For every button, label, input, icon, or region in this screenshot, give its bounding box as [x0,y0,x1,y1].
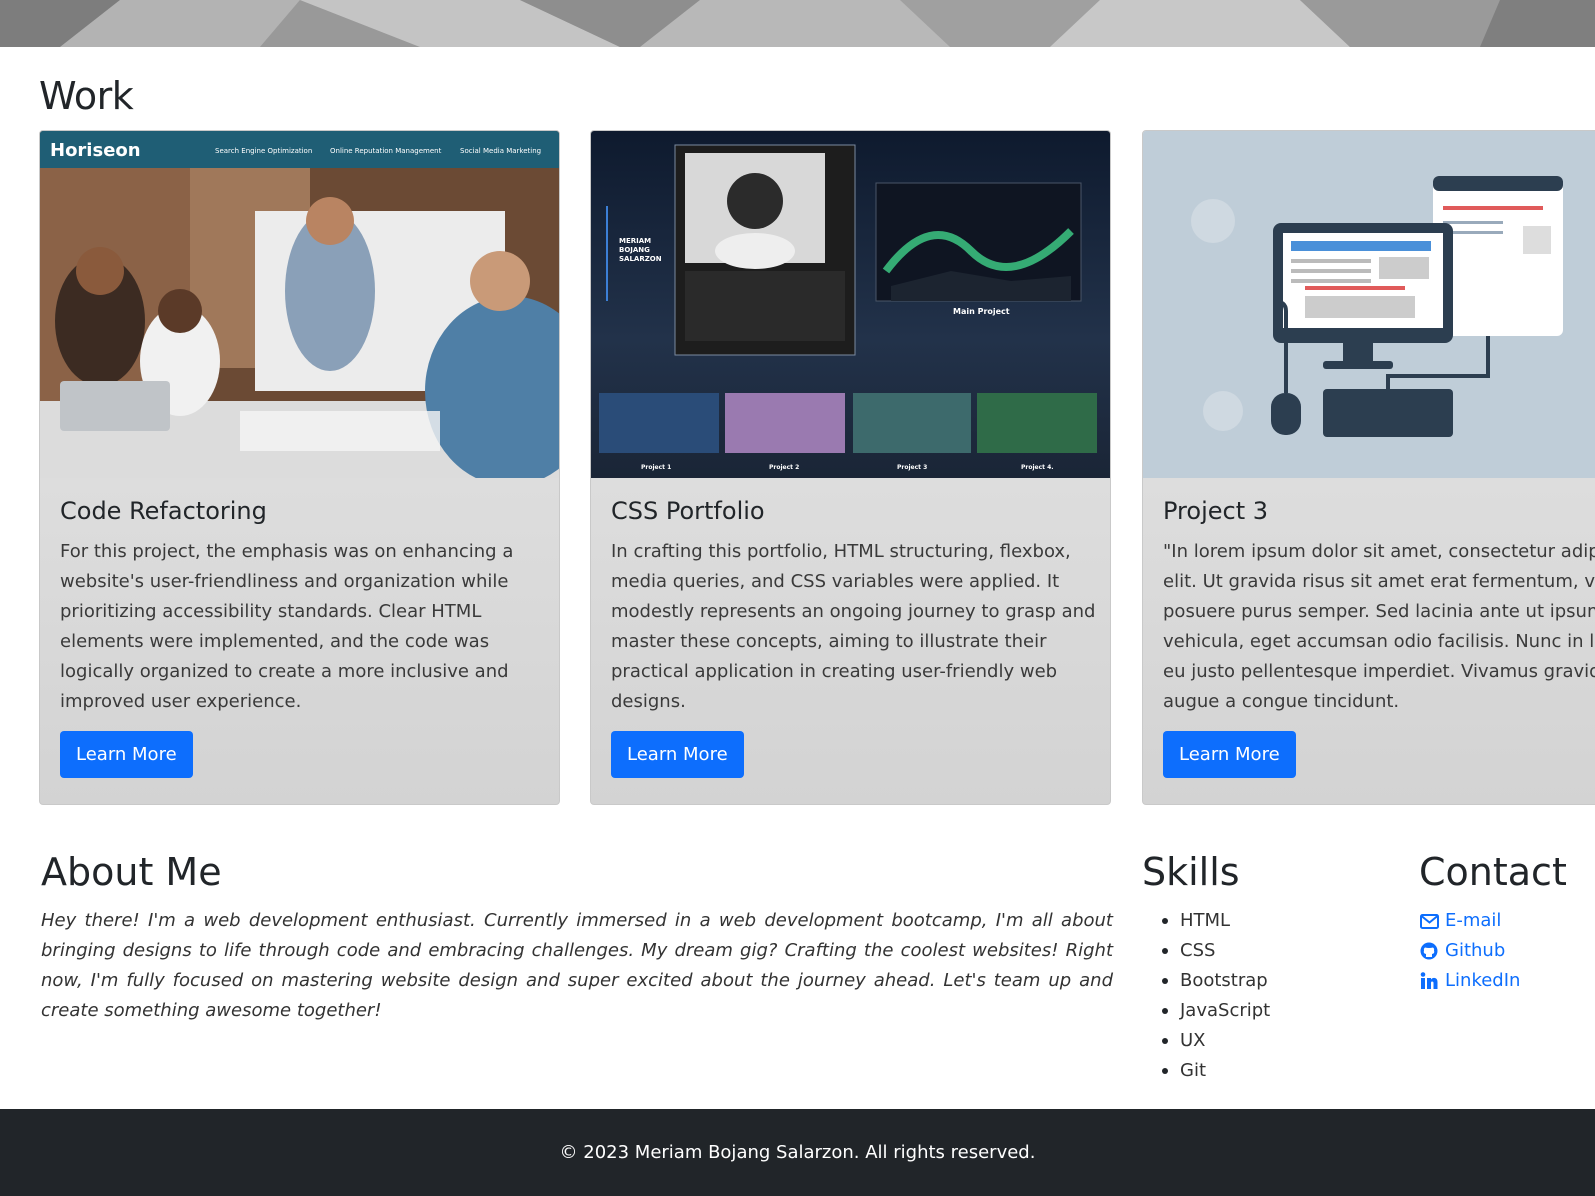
contact-section: Contact E-mail Github LinkedIn [1419,850,1595,996]
svg-text:MERIAM: MERIAM [619,237,651,245]
skills-list: HTML CSS Bootstrap JavaScript UX Git [1142,906,1402,1086]
project-card-css-portfolio: MERIAM BOJANG SALARZON Main Project Proj… [590,130,1111,805]
hero-banner-strip [0,0,1595,47]
project-card-project-3: Project 3 "In lorem ipsum dolor sit amet… [1142,130,1595,805]
skills-section: Skills HTML CSS Bootstrap JavaScript UX … [1142,850,1402,1086]
github-label: Github [1445,940,1506,961]
email-link[interactable]: E-mail [1419,906,1595,936]
code-refactoring-image: Horiseon Search Engine Optimization Onli… [40,131,559,478]
card-title: Project 3 [1163,497,1269,525]
card-text: For this project, the emphasis was on en… [60,541,514,712]
project-cards: Horiseon Search Engine Optimization Onli… [0,130,1595,805]
css-portfolio-image: MERIAM BOJANG SALARZON Main Project Proj… [591,131,1110,478]
linkedin-icon [1419,971,1439,991]
github-icon [1419,941,1439,961]
learn-more-button[interactable]: Learn More [611,731,744,778]
svg-text:Project 1: Project 1 [641,464,671,471]
horiseon-brand: Horiseon [50,140,141,161]
envelope-icon [1419,911,1439,931]
project-3-image [1143,131,1595,478]
card-title: Code Refactoring [60,497,267,525]
learn-more-button[interactable]: Learn More [1163,731,1296,778]
svg-text:Project 3: Project 3 [897,464,927,471]
linkedin-label: LinkedIn [1445,970,1521,991]
skills-heading: Skills [1142,850,1240,894]
svg-text:Social Media Marketing: Social Media Marketing [460,147,541,155]
svg-text:Main Project: Main Project [953,307,1010,316]
footer-copyright: © 2023 Meriam Bojang Salarzon. All right… [559,1142,1036,1163]
card-title: CSS Portfolio [611,497,765,525]
svg-text:Project 2: Project 2 [769,464,799,471]
skill-item: Bootstrap [1162,966,1402,996]
project-card-code-refactoring: Horiseon Search Engine Optimization Onli… [39,130,560,805]
svg-text:Online Reputation Management: Online Reputation Management [330,147,442,155]
about-text: Hey there! I'm a web development enthusi… [41,910,1113,1021]
footer: © 2023 Meriam Bojang Salarzon. All right… [0,1109,1595,1196]
hero-pattern [0,0,1595,47]
skill-item: CSS [1162,936,1402,966]
card-text: "In lorem ipsum dolor sit amet, consecte… [1163,541,1595,712]
svg-text:BOJANG: BOJANG [619,246,650,254]
about-section: About Me Hey there! I'm a web developmen… [41,850,1113,1026]
skill-item: UX [1162,1026,1402,1056]
card-text: In crafting this portfolio, HTML structu… [611,541,1096,712]
email-label: E-mail [1445,910,1502,931]
about-heading: About Me [41,850,222,894]
contact-heading: Contact [1419,850,1567,894]
skill-item: HTML [1162,906,1402,936]
linkedin-link[interactable]: LinkedIn [1419,966,1595,996]
github-link[interactable]: Github [1419,936,1595,966]
skill-item: Git [1162,1056,1402,1086]
learn-more-button[interactable]: Learn More [60,731,193,778]
work-heading: Work [39,74,134,118]
svg-text:Project 4.: Project 4. [1021,464,1054,471]
svg-text:SALARZON: SALARZON [619,255,662,263]
skill-item: JavaScript [1162,996,1402,1026]
svg-text:Search Engine Optimization: Search Engine Optimization [215,147,312,155]
